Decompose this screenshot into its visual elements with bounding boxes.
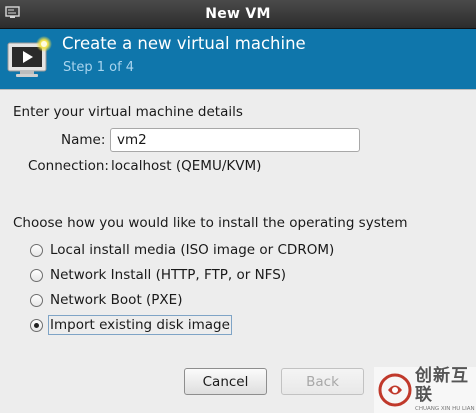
wizard-step: Step 1 of 4 (63, 60, 135, 75)
radio-button[interactable] (30, 268, 43, 282)
radio-button[interactable] (30, 243, 43, 257)
name-label: Name: (61, 132, 106, 148)
radio-import-disk[interactable]: Import existing disk image (30, 315, 232, 335)
radio-label[interactable]: Local install media (ISO image or CDROM) (50, 242, 334, 258)
radio-label[interactable]: Network Boot (PXE) (50, 292, 182, 308)
watermark-chinese-text: 创新互联 (415, 366, 469, 405)
connection-value: localhost (QEMU/KVM) (111, 158, 262, 174)
watermark-logo-icon (378, 373, 412, 407)
watermark-english-text: CHUANG XIN HU LIAN (415, 406, 475, 412)
wizard-header: Create a new virtual machine Step 1 of 4 (0, 29, 476, 89)
radio-local-install[interactable]: Local install media (ISO image or CDROM) (30, 240, 334, 260)
radio-network-install[interactable]: Network Install (HTTP, FTP, or NFS) (30, 265, 286, 285)
virt-manager-icon[interactable] (5, 6, 20, 19)
monitor-play-icon (6, 35, 54, 79)
radio-button-selected[interactable] (30, 318, 43, 332)
wizard-title: Create a new virtual machine (62, 34, 306, 53)
radio-label[interactable]: Network Install (HTTP, FTP, or NFS) (50, 267, 286, 283)
radio-label[interactable]: Import existing disk image (48, 315, 232, 335)
header-separator (0, 89, 476, 90)
window-title: New VM (205, 6, 271, 22)
watermark: 创新互联 CHUANG XIN HU LIAN (374, 367, 476, 413)
details-heading: Enter your virtual machine details (13, 104, 243, 120)
window-titlebar[interactable]: New VM (0, 0, 476, 29)
install-heading: Choose how you would like to install the… (13, 215, 408, 231)
connection-label: Connection: (28, 158, 109, 174)
radio-button[interactable] (30, 293, 43, 307)
radio-network-boot[interactable]: Network Boot (PXE) (30, 290, 182, 310)
name-input[interactable] (110, 128, 360, 152)
cancel-button[interactable]: Cancel (184, 368, 267, 395)
back-button[interactable]: Back (281, 368, 364, 395)
